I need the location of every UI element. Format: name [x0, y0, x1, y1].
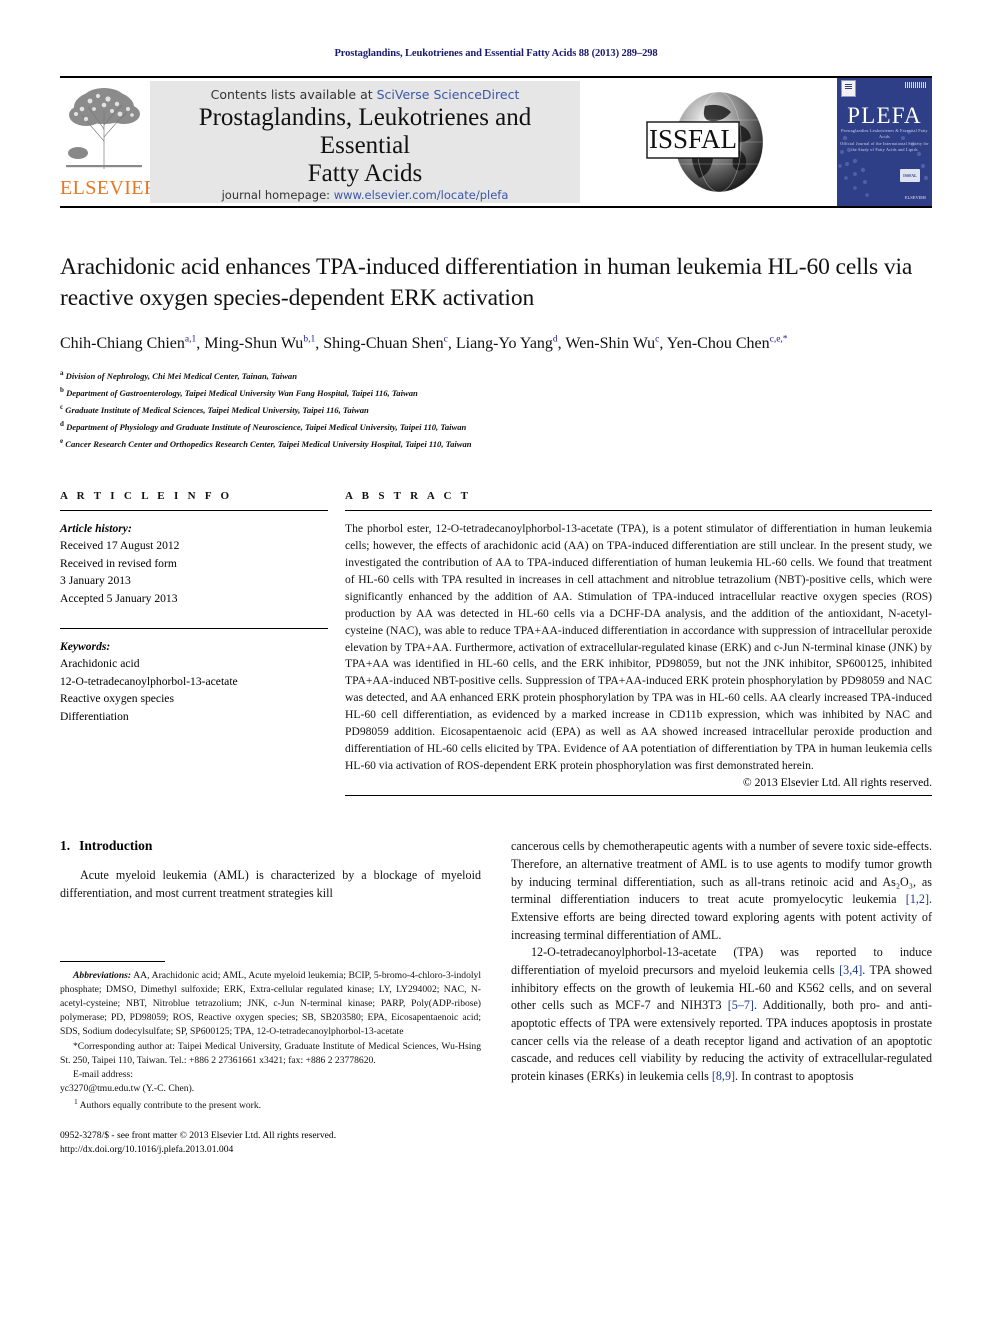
affiliation-text: Department of Gastroenterology, Taipei M…	[66, 387, 418, 398]
divider	[345, 509, 932, 511]
affiliation-text: Cancer Research Center and Orthopedics R…	[65, 438, 472, 449]
cover-subtitle-line-1: Prostaglandins Leukotrienes & Essential …	[841, 128, 928, 140]
imprint-block: 0952-3278/$ - see front matter © 2013 El…	[60, 1129, 481, 1158]
cover-subtitle-line-2: Official Journal of the International So…	[840, 140, 929, 152]
article-info-column: A R T I C L E I N F O Article history: R…	[60, 490, 328, 797]
elsevier-tree-icon	[66, 88, 142, 169]
footnote-divider	[60, 960, 165, 962]
abstract-text: The phorbol ester, 12-O-tetradecanoylpho…	[345, 521, 932, 773]
abbreviations-footnote: Abbreviations: AA, Arachidonic acid; AML…	[60, 969, 481, 1040]
contents-lists-line: Contents lists available at SciVerse Sci…	[211, 87, 520, 102]
affiliation-item: a Division of Nephrology, Chi Mei Medica…	[60, 367, 932, 384]
abstract-column: A B S T R A C T The phorbol ester, 12-O-…	[345, 490, 932, 797]
cover-publisher: ELSEVIER	[904, 194, 926, 200]
contents-lists-prefix: Contents lists available at	[210, 87, 377, 102]
intro-paragraph-right-2: 12-O-tetradecanoylphorbol-13-acetate (TP…	[511, 945, 932, 1083]
imprint-line-2[interactable]: http://dx.doi.org/10.1016/j.plefa.2013.0…	[60, 1143, 481, 1157]
journal-title-banner: Contents lists available at SciVerse Sci…	[150, 81, 580, 203]
section-title: Introduction	[79, 838, 153, 854]
issfal-logo-text: ISSFAL	[648, 124, 736, 154]
article-history-label: Article history:	[60, 521, 132, 535]
cover-badge: ISSFAL	[900, 169, 920, 182]
section-number: 1.	[60, 838, 71, 854]
affiliation-text: Department of Physiology and Graduate In…	[66, 421, 467, 432]
keyword-item: Reactive oxygen species	[60, 692, 174, 706]
journal-homepage-url[interactable]: www.elsevier.com/locate/plefa	[334, 188, 509, 202]
journal-title-line-2: Fatty Acids	[307, 160, 423, 187]
author-list: Chih-Chiang Chiena,1, Ming-Shun Wub,1, S…	[60, 334, 788, 352]
affiliation-marker: d	[60, 419, 64, 428]
body-column-right: cancerous cells by chemotherapeutic agen…	[511, 838, 932, 1157]
society-logo-area: ISSFAL	[580, 78, 837, 206]
article-info-heading: A R T I C L E I N F O	[60, 489, 233, 502]
journal-homepage-prefix: journal homepage:	[221, 188, 334, 202]
corresponding-author-footnote: *Corresponding author at: Taipei Medical…	[60, 1040, 481, 1068]
body-column-left: 1. Introduction Acute myeloid leukemia (A…	[60, 838, 481, 1157]
intro-paragraph-right-1: cancerous cells by chemotherapeutic agen…	[511, 839, 932, 942]
article-history: Article history: Received 17 August 2012…	[60, 520, 328, 608]
journal-homepage-line: journal homepage: www.elsevier.com/locat…	[222, 188, 509, 202]
article-history-item: Accepted 5 January 2013	[60, 592, 178, 606]
keywords-label: Keywords:	[60, 639, 111, 653]
running-head: Prostaglandins, Leukotrienes and Essenti…	[334, 48, 658, 59]
intro-paragraph-left: Acute myeloid leukemia (AML) is characte…	[60, 868, 481, 901]
journal-masthead: ELSEVIER Contents lists available at Sci…	[60, 76, 932, 208]
keyword-item: 12-O-tetradecanoylphorbol-13-acetate	[60, 674, 238, 688]
email-footnote: E-mail address: yc3270@tmu.edu.tw (Y.-C.…	[60, 1068, 481, 1096]
title-block: Arachidonic acid enhances TPA-induced di…	[60, 252, 932, 452]
elsevier-wordmark: ELSEVIER	[60, 177, 158, 199]
journal-cover-thumbnail: PLEFA Prostaglandins Leukotrienes & Esse…	[837, 78, 932, 206]
affiliation-item: b Department of Gastroenterology, Taipei…	[60, 384, 932, 401]
affiliation-marker: c	[60, 402, 64, 411]
cover-barcode-icon	[905, 82, 927, 88]
plefa-cover: PLEFA Prostaglandins Leukotrienes & Esse…	[837, 78, 932, 206]
page-title: Arachidonic acid enhances TPA-induced di…	[60, 254, 913, 312]
keyword-item: Arachidonic acid	[60, 657, 140, 671]
abstract-copyright: © 2013 Elsevier Ltd. All rights reserved…	[742, 776, 932, 790]
info-abstract-section: A R T I C L E I N F O Article history: R…	[60, 490, 932, 797]
equal-contribution-text: Authors equally contribute to the presen…	[79, 1100, 262, 1112]
cover-emblem-icon	[841, 80, 856, 97]
journal-article-page: Prostaglandins, Leukotrienes and Essenti…	[0, 0, 992, 1323]
keyword-list: Keywords: Arachidonic acid 12-O-tetradec…	[60, 638, 328, 726]
affiliation-list: a Division of Nephrology, Chi Mei Medica…	[60, 367, 932, 451]
affiliation-marker: e	[60, 436, 64, 445]
imprint-line-1: 0952-3278/$ - see front matter © 2013 El…	[60, 1129, 337, 1141]
article-history-item: Received 17 August 2012	[60, 539, 180, 553]
divider	[60, 509, 328, 511]
body-columns: 1. Introduction Acute myeloid leukemia (A…	[60, 838, 932, 1157]
cover-title: PLEFA	[847, 103, 922, 128]
elsevier-logo: ELSEVIER	[60, 78, 158, 206]
abbreviations-label: Abbreviations:	[73, 969, 132, 981]
affiliation-marker: a	[60, 369, 64, 378]
affiliation-item: e Cancer Research Center and Orthopedics…	[60, 435, 932, 452]
abstract-heading: A B S T R A C T	[345, 489, 472, 502]
article-history-item: Received in revised form	[60, 556, 177, 570]
footnote-block: Abbreviations: AA, Arachidonic acid; AML…	[60, 960, 481, 1158]
section-heading-introduction: 1. Introduction	[60, 838, 481, 854]
email-address[interactable]: yc3270@tmu.edu.tw (Y.-C. Chen).	[60, 1082, 481, 1096]
affiliation-text: Graduate Institute of Medical Sciences, …	[65, 404, 369, 415]
issfal-globe-icon: ISSFAL	[645, 91, 763, 193]
affiliation-text: Division of Nephrology, Chi Mei Medical …	[65, 371, 297, 382]
article-history-item: 3 January 2013	[60, 574, 131, 588]
equal-contribution-marker: 1	[74, 1097, 78, 1107]
divider	[345, 795, 932, 797]
equal-contribution-footnote: 1 Authors equally contribute to the pres…	[60, 1096, 481, 1113]
keyword-item: Differentiation	[60, 710, 129, 724]
corresponding-author-text: Corresponding author at: Taipei Medical …	[60, 1040, 481, 1066]
journal-title: Prostaglandins, Leukotrienes and Essenti…	[156, 104, 574, 188]
cover-subtitle: Prostaglandins Leukotrienes & Essential …	[837, 128, 932, 153]
journal-title-line-1: Prostaglandins, Leukotrienes and Essenti…	[198, 104, 532, 159]
sciencedirect-link[interactable]: SciVerse ScienceDirect	[377, 87, 520, 102]
divider	[60, 627, 328, 629]
email-label: E-mail address:	[73, 1069, 133, 1080]
affiliation-item: d Department of Physiology and Graduate …	[60, 418, 932, 435]
affiliation-item: c Graduate Institute of Medical Sciences…	[60, 401, 932, 418]
affiliation-marker: b	[60, 386, 64, 395]
